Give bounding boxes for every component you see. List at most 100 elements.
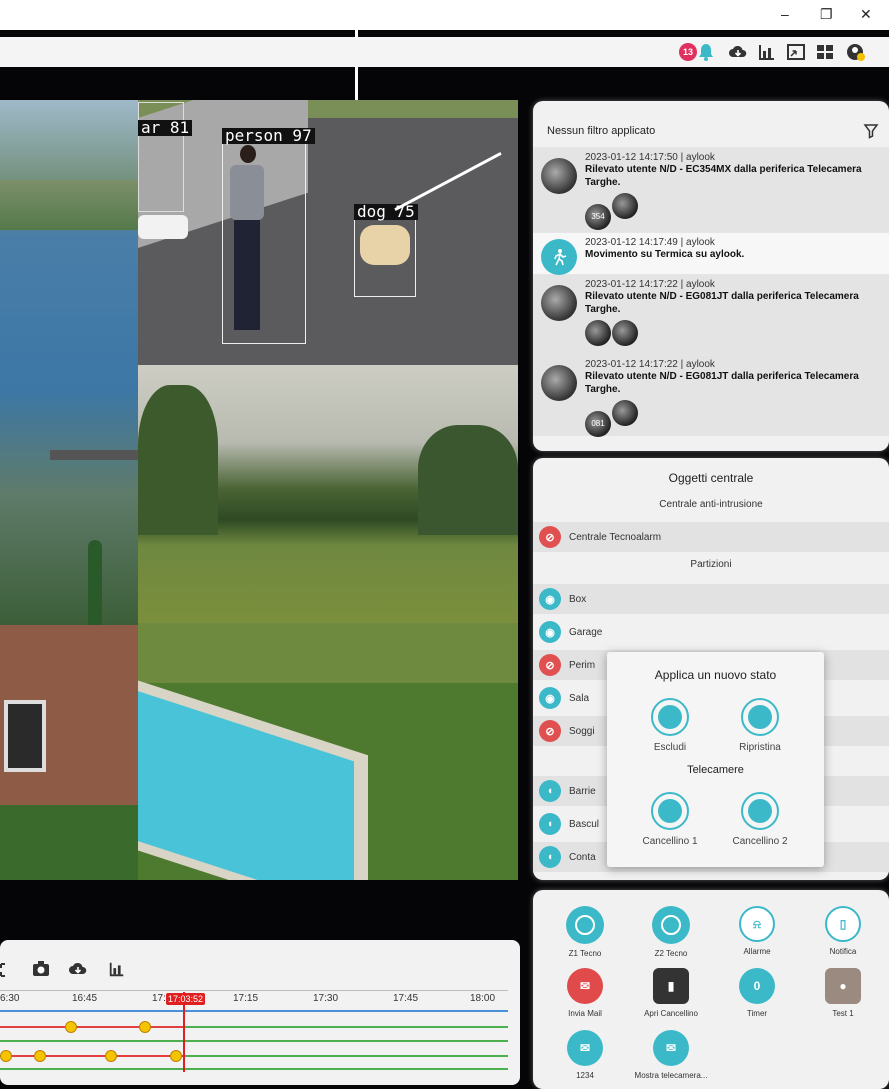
restore-state-button[interactable]: Ripristina: [725, 698, 795, 753]
camera-1-button[interactable]: Cancellino 1: [635, 792, 705, 847]
action-label: 1234: [576, 1071, 594, 1080]
track-line: [0, 1055, 185, 1057]
motion-icon: [541, 239, 577, 275]
pier: [50, 450, 138, 460]
camera-tile-street[interactable]: ar 81 person 97 dog 75: [138, 100, 518, 365]
event-message: Rilevato utente N/D - EG081JT dalla peri…: [585, 371, 859, 395]
fullscreen-icon[interactable]: [786, 42, 806, 62]
gate-icon: ▮: [653, 968, 689, 1004]
grid-layout-icon[interactable]: [815, 42, 835, 62]
minimize-button[interactable]: –: [781, 6, 789, 22]
camera-icon: [651, 792, 689, 830]
event-item[interactable]: 2023-01-12 14:17:50 | aylook Rilevato ut…: [533, 147, 889, 232]
track-line: [0, 1040, 508, 1042]
action-test-1[interactable]: ● Test 1: [801, 968, 885, 1018]
car-thumbnail[interactable]: [612, 193, 638, 219]
alarm-off-icon: ⊘: [539, 654, 561, 676]
plate-thumbnail[interactable]: [585, 320, 611, 346]
action-label: Invia Mail: [568, 1009, 602, 1018]
user-icon[interactable]: [846, 42, 866, 62]
action-1234[interactable]: ✉ 1234: [543, 1030, 627, 1080]
action-apri-cancellino[interactable]: ▮ Apri Cancellino: [629, 968, 713, 1018]
output-icon: ◖: [539, 780, 561, 802]
event-item[interactable]: 2023-01-12 14:17:22 | aylook Rilevato ut…: [533, 274, 889, 354]
expand-icon[interactable]: [0, 962, 14, 978]
event-marker[interactable]: [0, 1050, 12, 1062]
action-allarme[interactable]: ⍾ Allarme: [715, 906, 799, 956]
chart-icon[interactable]: [108, 960, 126, 978]
camera-tile-house[interactable]: [0, 625, 138, 880]
close-button[interactable]: ✕: [860, 6, 872, 23]
plate-thumbnail[interactable]: 354: [585, 204, 611, 230]
chart-icon[interactable]: [757, 42, 777, 62]
action-z1-tecno[interactable]: Z1 Tecno: [543, 906, 627, 958]
action-z2-tecno[interactable]: Z2 Tecno: [629, 906, 713, 958]
event-message: Rilevato utente N/D - EC354MX dalla peri…: [585, 164, 862, 188]
lake-shore: [0, 180, 138, 230]
partition-label: Soggi: [569, 725, 595, 737]
plate-thumbnail[interactable]: 081: [585, 411, 611, 437]
alarm-off-icon: ⊘: [539, 526, 561, 548]
app-toolbar: [0, 37, 889, 67]
action-notifica[interactable]: ▯ Notifica: [801, 906, 885, 956]
exclude-button[interactable]: Escludi: [635, 698, 705, 753]
event-marker[interactable]: [170, 1050, 182, 1062]
phone-icon: ▯: [825, 906, 861, 942]
event-marker[interactable]: [139, 1021, 151, 1033]
section-title: Partizioni: [690, 559, 732, 570]
action-label: Mostra telecamera...: [634, 1071, 708, 1080]
car-thumbnail[interactable]: [612, 400, 638, 426]
cloud-download-icon[interactable]: [68, 960, 88, 978]
event-marker[interactable]: [34, 1050, 46, 1062]
event-marker[interactable]: [105, 1050, 117, 1062]
time-tick: 16:45: [72, 993, 98, 1004]
eye-icon: ◉: [539, 687, 561, 709]
event-timestamp: 2023-01-12 14:17:22 | aylook: [585, 279, 715, 290]
action-label: Test 1: [832, 1009, 854, 1018]
notifications-button[interactable]: 13: [679, 42, 717, 62]
time-tick: 17:15: [233, 993, 259, 1004]
eye-icon: ◉: [539, 621, 561, 643]
cameras-title: Telecamere: [687, 764, 744, 776]
snapshot-icon[interactable]: [32, 960, 50, 978]
detection-label-dog: dog 75: [354, 204, 418, 220]
event-thumbnail: [541, 365, 577, 401]
parked-car: [138, 215, 188, 239]
camera-tile-pool[interactable]: [138, 623, 518, 880]
action-timer[interactable]: 0 Timer: [715, 968, 799, 1018]
event-thumbnail: [541, 285, 577, 321]
window: [4, 700, 46, 772]
timeline-divider: [0, 990, 508, 991]
timeline-panel: 6:30 16:45 17: 17:15 17:30 17:45 18:00 1…: [0, 940, 520, 1085]
bell-icon: [699, 44, 713, 61]
event-item[interactable]: 2023-01-12 14:17:22 | aylook Rilevato ut…: [533, 354, 889, 437]
camera-2-button[interactable]: Cancellino 2: [725, 792, 795, 847]
action-invia-mail[interactable]: ✉ Invia Mail: [543, 968, 627, 1018]
apply-state-popup: Applica un nuovo stato Escludi Ripristin…: [607, 652, 824, 867]
time-tick: 17:45: [393, 993, 419, 1004]
event-marker[interactable]: [65, 1021, 77, 1033]
cloud-download-icon[interactable]: [728, 42, 748, 62]
action-mostra-telecamera[interactable]: ✉ Mostra telecamera...: [629, 1030, 713, 1080]
camera-tile-garden[interactable]: [138, 365, 518, 623]
detection-box-person: [222, 140, 306, 344]
detection-label-person: person 97: [222, 128, 315, 144]
filter-icon[interactable]: [863, 123, 879, 139]
partition-row[interactable]: ◉ Garage: [533, 617, 889, 647]
timer-counter: 0: [739, 968, 775, 1004]
partition-row[interactable]: ◉ Box: [533, 584, 889, 614]
camera-icon: [741, 792, 779, 830]
camera-tile-lake[interactable]: [0, 100, 138, 625]
exclude-label: Escludi: [653, 742, 687, 753]
action-label: Apri Cancellino: [644, 1009, 698, 1018]
central-row[interactable]: ⊘ Centrale Tecnoalarm: [533, 522, 889, 552]
action-label: Allarme: [743, 947, 771, 956]
action-label: Z2 Tecno: [654, 949, 688, 958]
objects-title: Oggetti centrale: [668, 471, 754, 485]
restore-button[interactable]: ❐: [820, 6, 833, 23]
car-thumbnail[interactable]: [612, 320, 638, 346]
quick-actions-panel: Z1 Tecno Z2 Tecno ⍾ Allarme ▯ Notifica ✉ In…: [533, 890, 889, 1089]
app-window: – ❐ ✕ 13 ar 81 person 97 dog 75 Nessun f…: [0, 0, 889, 1089]
eye-icon: ◉: [539, 588, 561, 610]
event-item[interactable]: 2023-01-12 14:17:49 | aylook Movimento s…: [533, 232, 889, 275]
